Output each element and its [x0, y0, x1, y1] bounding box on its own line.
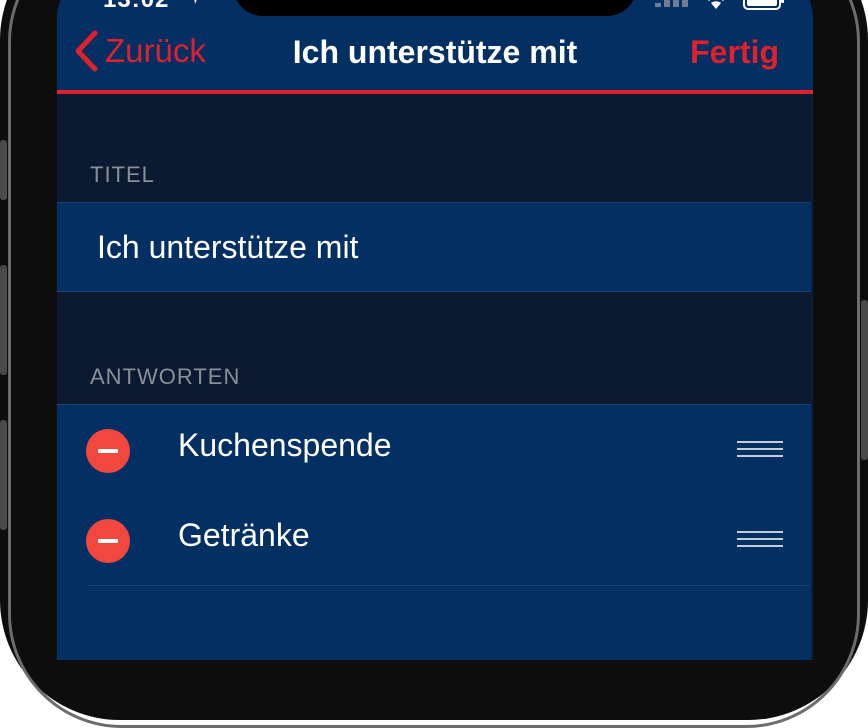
power-button	[861, 300, 868, 460]
title-field[interactable]: Ich unterstütze mit	[57, 202, 813, 292]
scroll-indicator	[811, 94, 813, 660]
reorder-handle-icon[interactable]	[737, 531, 783, 549]
location-arrow-icon	[194, 0, 197, 4]
answer-label: Getränke	[178, 517, 310, 553]
reorder-handle-icon[interactable]	[737, 441, 783, 459]
mute-switch	[0, 140, 7, 200]
answer-label: Kuchenspende	[178, 427, 392, 463]
done-button[interactable]: Fertig	[690, 34, 779, 71]
volume-down-button	[0, 420, 7, 530]
cellular-signal-icon	[655, 0, 688, 7]
title-field-value: Ich unterstütze mit	[97, 229, 359, 265]
phone-screen: 13:02	[57, 0, 813, 660]
delete-answer-button[interactable]	[86, 429, 130, 473]
battery-icon	[743, 0, 784, 10]
navigation-bar: Zurück Ich unterstütze mit Fertig	[57, 16, 813, 94]
form-content: TITEL Ich unterstütze mit ANTWORTEN Kuch…	[57, 94, 813, 660]
delete-answer-button[interactable]	[86, 519, 130, 563]
wifi-icon	[708, 0, 724, 9]
status-time: 13:02	[103, 0, 169, 14]
volume-up-button	[0, 265, 7, 375]
list-item[interactable]	[57, 586, 813, 660]
list-item[interactable]: Getränke	[57, 495, 813, 586]
status-icons	[655, 0, 785, 10]
answers-section-header: ANTWORTEN	[90, 364, 241, 389]
notch	[233, 0, 637, 16]
status-bar: 13:02	[57, 0, 813, 16]
title-section-header: TITEL	[90, 162, 155, 187]
list-item[interactable]: Kuchenspende	[57, 404, 813, 496]
